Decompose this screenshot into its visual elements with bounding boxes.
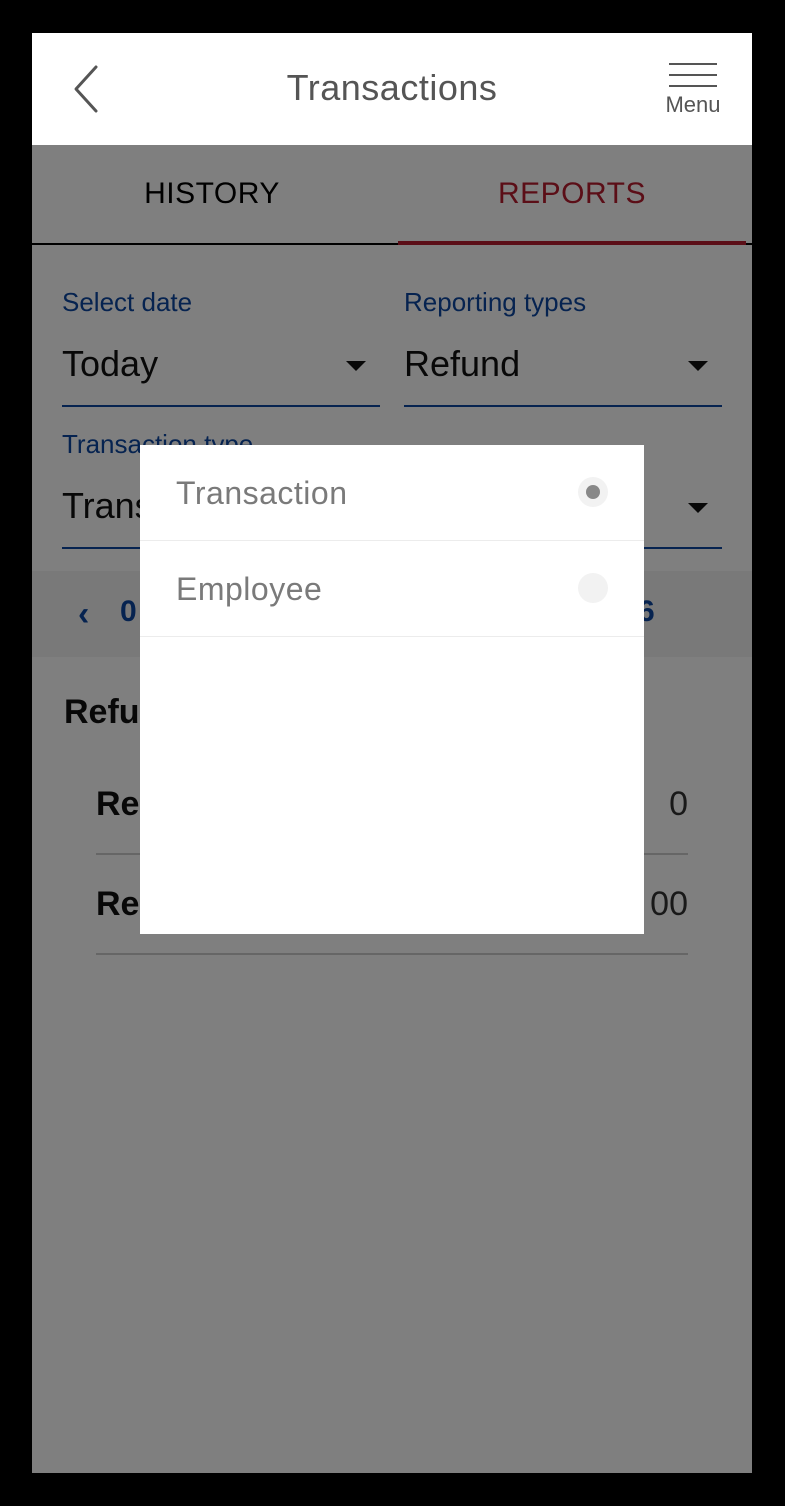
- radio-unselected-icon[interactable]: [578, 573, 608, 603]
- option-employee[interactable]: Employee: [140, 541, 644, 637]
- option-label: Transaction: [176, 475, 348, 511]
- radio-selected-icon[interactable]: [578, 477, 608, 507]
- option-transaction[interactable]: Transaction: [140, 445, 644, 541]
- radio-dot: [586, 485, 600, 499]
- menu-label: Menu: [665, 92, 721, 117]
- hamburger-icon: [669, 63, 717, 87]
- app-header: Transactions Menu: [32, 33, 752, 145]
- transaction-type-dialog: Transaction Employee: [140, 445, 644, 934]
- app-screen: Transactions Menu HISTORY REPORTS Select…: [32, 33, 752, 1473]
- menu-button[interactable]: Menu: [662, 63, 724, 129]
- page-title: Transactions: [286, 67, 498, 108]
- option-label: Employee: [176, 571, 323, 607]
